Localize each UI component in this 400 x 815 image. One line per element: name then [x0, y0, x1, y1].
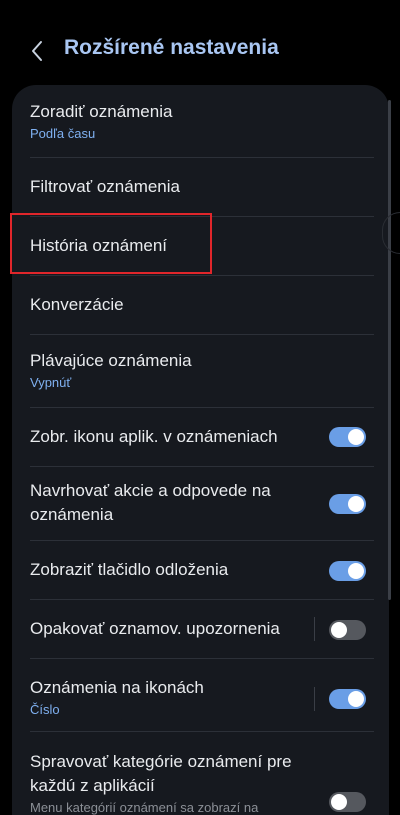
scrollbar[interactable] — [388, 100, 391, 600]
manage-categories-toggle[interactable] — [329, 792, 366, 812]
setting-title: Spravovať kategórie oznámení pre každú z… — [30, 752, 292, 795]
icon-badges-toggle[interactable] — [329, 689, 366, 709]
setting-subtitle: Vypnúť — [30, 375, 72, 390]
setting-title: Opakovať oznamov. upozornenia — [30, 619, 280, 638]
setting-title: Zobr. ikonu aplik. v oznámeniach — [30, 427, 278, 446]
setting-notification-history[interactable]: História oznámení — [12, 217, 389, 275]
toggle-knob — [348, 563, 364, 579]
toggle-knob — [348, 691, 364, 707]
setting-filter-notifications[interactable]: Filtrovať oznámenia — [12, 158, 389, 216]
repeat-alerts-toggle[interactable] — [329, 620, 366, 640]
setting-title: Zobraziť tlačidlo odloženia — [30, 560, 229, 579]
snooze-button-toggle[interactable] — [329, 561, 366, 581]
setting-title: Filtrovať oznámenia — [30, 177, 180, 196]
page-title: Rozšírené nastavenia — [64, 36, 279, 59]
setting-manage-categories[interactable]: Spravovať kategórie oznámení pre každú z… — [12, 732, 389, 815]
toggle-knob — [348, 429, 364, 445]
vertical-separator — [314, 687, 315, 711]
back-button[interactable] — [22, 34, 52, 68]
setting-conversations[interactable]: Konverzácie — [12, 276, 389, 334]
screen: Rozšírené nastavenia Zoradiť oznámenia P… — [0, 0, 400, 815]
setting-show-app-icon[interactable]: Zobr. ikonu aplik. v oznámeniach — [12, 408, 389, 466]
setting-floating-notifications[interactable]: Plávajúce oznámenia Vypnúť — [12, 335, 389, 407]
setting-subtitle: Podľa času — [30, 126, 96, 141]
settings-list: Zoradiť oznámenia Podľa času Filtrovať o… — [12, 85, 389, 815]
setting-sort-notifications[interactable]: Zoradiť oznámenia Podľa času — [12, 85, 389, 157]
toggle-knob — [331, 794, 347, 810]
setting-suggest-actions[interactable]: Navrhovať akcie a odpovede na oznámenia — [12, 467, 389, 540]
setting-title: Plávajúce oznámenia — [30, 351, 192, 370]
setting-snooze-button[interactable]: Zobraziť tlačidlo odloženia — [12, 541, 389, 599]
vertical-separator — [314, 617, 315, 641]
chevron-left-icon — [32, 41, 42, 61]
toggle-knob — [348, 496, 364, 512]
suggest-actions-toggle[interactable] — [329, 494, 366, 514]
app-bar: Rozšírené nastavenia — [0, 0, 400, 84]
setting-subtitle: Číslo — [30, 702, 60, 717]
setting-title: Konverzácie — [30, 295, 124, 314]
setting-title: Oznámenia na ikonách — [30, 678, 204, 697]
setting-subtitle: Menu kategórií oznámení sa zobrazí na — [30, 800, 259, 815]
app-icon-toggle[interactable] — [329, 427, 366, 447]
setting-title: História oznámení — [30, 236, 168, 255]
setting-icon-badges[interactable]: Oznámenia na ikonách Číslo — [12, 659, 389, 731]
setting-title: Navrhovať akcie a odpovede na oznámenia — [30, 481, 271, 524]
setting-repeat-alerts[interactable]: Opakovať oznamov. upozornenia — [12, 600, 389, 658]
setting-title: Zoradiť oznámenia — [30, 102, 173, 121]
toggle-knob — [331, 622, 347, 638]
